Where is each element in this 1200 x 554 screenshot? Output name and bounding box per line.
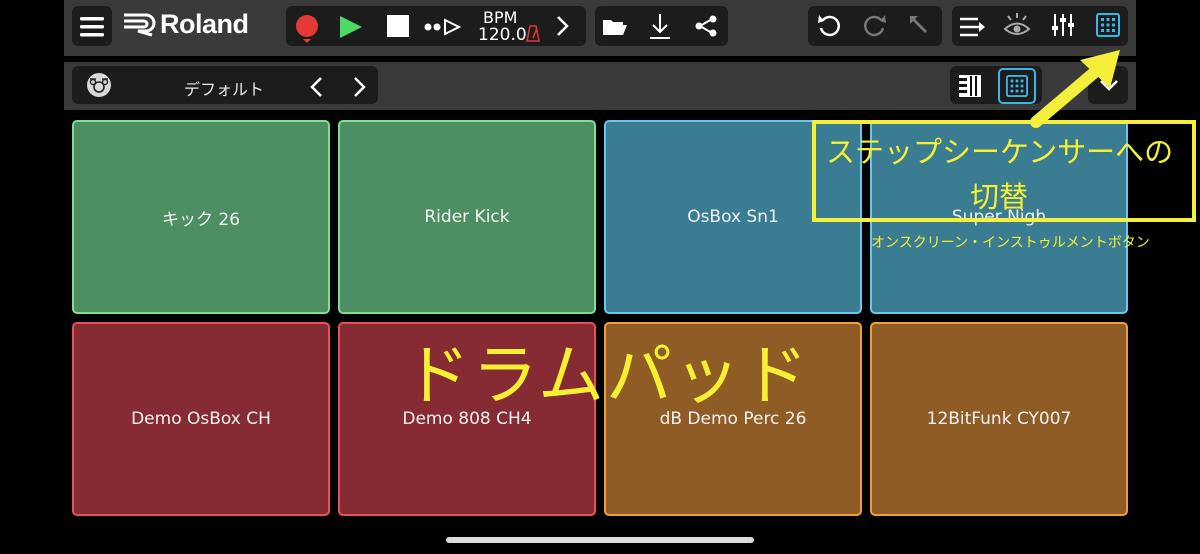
roland-r-mark-icon <box>124 13 156 37</box>
metronome-icon <box>526 25 540 42</box>
drum-pad[interactable]: 12BitFunk CY007 <box>870 322 1128 516</box>
drum-pad[interactable]: キック 26 <box>72 120 330 314</box>
bpm-value: 120.0 <box>478 25 527 45</box>
home-indicator[interactable] <box>446 537 754 543</box>
record-icon <box>296 15 318 43</box>
visualizer-button[interactable] <box>1002 10 1032 40</box>
chevron-right-icon <box>354 77 366 97</box>
piano-roll-icon <box>959 75 981 97</box>
record-button[interactable] <box>292 10 322 44</box>
select-tool-button[interactable] <box>904 10 934 40</box>
kit-prev-button[interactable] <box>304 72 328 100</box>
next-button[interactable] <box>552 12 574 40</box>
undo-icon <box>818 15 841 37</box>
grid-icon <box>1096 13 1120 37</box>
pad-label: Demo OsBox CH <box>131 409 271 429</box>
pad-label: キック 26 <box>161 209 241 230</box>
redo-button[interactable] <box>860 10 890 40</box>
eye-icon <box>1003 13 1031 35</box>
annotation-onscreen-instrument: オンスクリーン・インストゥルメントボタン <box>871 235 1150 251</box>
drum-kit-icon <box>87 73 111 97</box>
track-list-icon <box>960 17 985 37</box>
redo-icon <box>863 15 886 37</box>
step-forward-button[interactable] <box>424 12 464 40</box>
pad-label: Rider Kick <box>424 207 510 227</box>
track-list-button[interactable] <box>958 12 988 40</box>
step-forward-icon <box>424 18 462 36</box>
hamburger-icon <box>80 17 104 37</box>
share-icon <box>695 15 717 37</box>
folder-open-icon <box>603 20 627 35</box>
mixer-button[interactable] <box>1048 10 1078 40</box>
instrument-grid-button[interactable] <box>1094 11 1122 39</box>
stop-button[interactable] <box>384 12 412 40</box>
mixer-sliders-icon <box>1052 14 1074 36</box>
stop-icon <box>387 15 409 37</box>
annotation-arrow-icon <box>1030 50 1120 128</box>
kit-next-button[interactable] <box>348 72 372 100</box>
step-sequencer-button[interactable] <box>956 72 984 100</box>
arrow-pointer-icon <box>910 16 927 33</box>
drum-pad[interactable]: Demo OsBox CH <box>72 322 330 516</box>
chevron-left-icon <box>310 77 322 97</box>
undo-button[interactable] <box>814 10 844 40</box>
kit-name: デフォルト <box>184 80 265 99</box>
annotation-drum-pads: ドラムパッド <box>404 337 811 414</box>
open-button[interactable] <box>600 12 628 40</box>
menu-button[interactable] <box>72 6 112 46</box>
kit-icon-button[interactable] <box>86 72 112 98</box>
chevron-right-icon <box>557 16 569 36</box>
share-button[interactable] <box>692 12 720 40</box>
drum-pad[interactable]: Rider Kick <box>338 120 596 314</box>
annotation-callout-line1: ステップシーケンサーへの <box>826 135 1174 169</box>
play-button[interactable] <box>336 10 366 42</box>
play-icon <box>340 16 362 38</box>
pad-label: 12BitFunk CY007 <box>926 409 1072 429</box>
pad-label: OsBox Sn1 <box>687 207 779 227</box>
brand-name: Roland <box>160 9 249 39</box>
annotation-callout-line2: 切替 <box>970 180 1029 214</box>
save-button[interactable] <box>646 10 674 40</box>
download-icon <box>650 14 670 39</box>
bpm-display[interactable]: BPM 120.0 <box>470 6 550 46</box>
roland-logo: Roland <box>122 9 278 40</box>
